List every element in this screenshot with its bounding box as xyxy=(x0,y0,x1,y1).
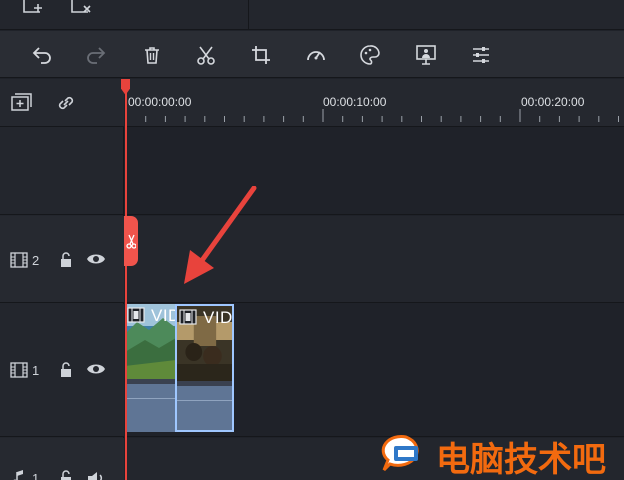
empty-track-header xyxy=(0,128,124,215)
track-header-video-2: 2 xyxy=(0,216,124,303)
green-screen-icon xyxy=(416,45,436,65)
film-icon xyxy=(10,252,28,268)
video-clip-selected[interactable]: VIDEO xyxy=(175,304,234,432)
cut-icon xyxy=(197,46,215,65)
top-panel xyxy=(0,0,624,30)
link-icon[interactable] xyxy=(54,92,78,114)
timecode-label: 00:00:20:00 xyxy=(521,95,585,109)
redo-icon xyxy=(87,47,106,64)
crop-button[interactable] xyxy=(248,42,274,68)
timecode-label: 00:00:00:00 xyxy=(128,95,192,109)
music-note-icon xyxy=(10,470,28,480)
redo-button[interactable] xyxy=(83,42,109,68)
delete-icon xyxy=(145,47,159,64)
adjust-icon xyxy=(473,47,489,63)
unlock-icon[interactable] xyxy=(58,252,74,268)
undo-button[interactable] xyxy=(29,42,55,68)
clip-title: VIDEO xyxy=(203,308,233,327)
time-ruler[interactable]: 00:00:00:00 00:00:10:00 00:00:20:00 xyxy=(125,79,624,127)
edit-toolbar xyxy=(0,31,624,78)
track-number: 2 xyxy=(32,253,40,268)
scissors-icon xyxy=(126,234,136,249)
unlock-icon[interactable] xyxy=(58,470,74,480)
track-header-audio-1: 1 xyxy=(0,438,124,480)
remove-media-icon[interactable] xyxy=(66,0,96,18)
timecode-label: 00:00:10:00 xyxy=(323,95,387,109)
speed-icon xyxy=(307,51,325,61)
film-icon xyxy=(179,309,197,325)
editor-window: 2 1 1 00:00:00:00 00:00:10:00 00:00:20:0… xyxy=(0,0,624,480)
clip-title: VIDEO xyxy=(151,306,176,325)
volume-icon[interactable] xyxy=(86,470,106,480)
adjust-button[interactable] xyxy=(468,42,494,68)
eye-icon[interactable] xyxy=(86,361,106,377)
clip-audio-strip xyxy=(125,384,176,432)
unlock-icon[interactable] xyxy=(58,362,74,378)
annotation-arrow xyxy=(184,186,257,284)
watermark-text: 电脑技术吧 xyxy=(436,440,606,480)
panel-divider xyxy=(248,0,249,30)
cut-button[interactable] xyxy=(193,42,219,68)
watermark: 电脑技术吧 xyxy=(380,430,620,480)
undo-icon xyxy=(32,47,51,64)
add-track-icon[interactable] xyxy=(10,92,34,114)
film-icon xyxy=(10,362,28,378)
color-button[interactable] xyxy=(357,42,383,68)
video-clip[interactable]: VIDEO xyxy=(125,304,176,432)
track-header-panel: 2 1 1 xyxy=(0,79,124,480)
delete-button[interactable] xyxy=(139,42,165,68)
green-screen-button[interactable] xyxy=(413,42,439,68)
color-icon xyxy=(360,45,380,65)
playhead[interactable] xyxy=(125,79,127,480)
split-button[interactable] xyxy=(124,216,138,266)
watermark-logo-icon xyxy=(381,435,419,472)
eye-icon[interactable] xyxy=(86,251,106,267)
ruler-ticks xyxy=(125,109,619,122)
crop-icon xyxy=(252,46,270,64)
track-number: 1 xyxy=(32,471,40,480)
clip-audio-strip xyxy=(177,386,232,430)
track-number: 1 xyxy=(32,363,40,378)
add-media-icon[interactable] xyxy=(18,0,48,18)
speed-button[interactable] xyxy=(303,42,329,68)
film-icon xyxy=(127,307,145,323)
track-header-top xyxy=(0,79,124,127)
track-header-video-1: 1 xyxy=(0,304,124,437)
